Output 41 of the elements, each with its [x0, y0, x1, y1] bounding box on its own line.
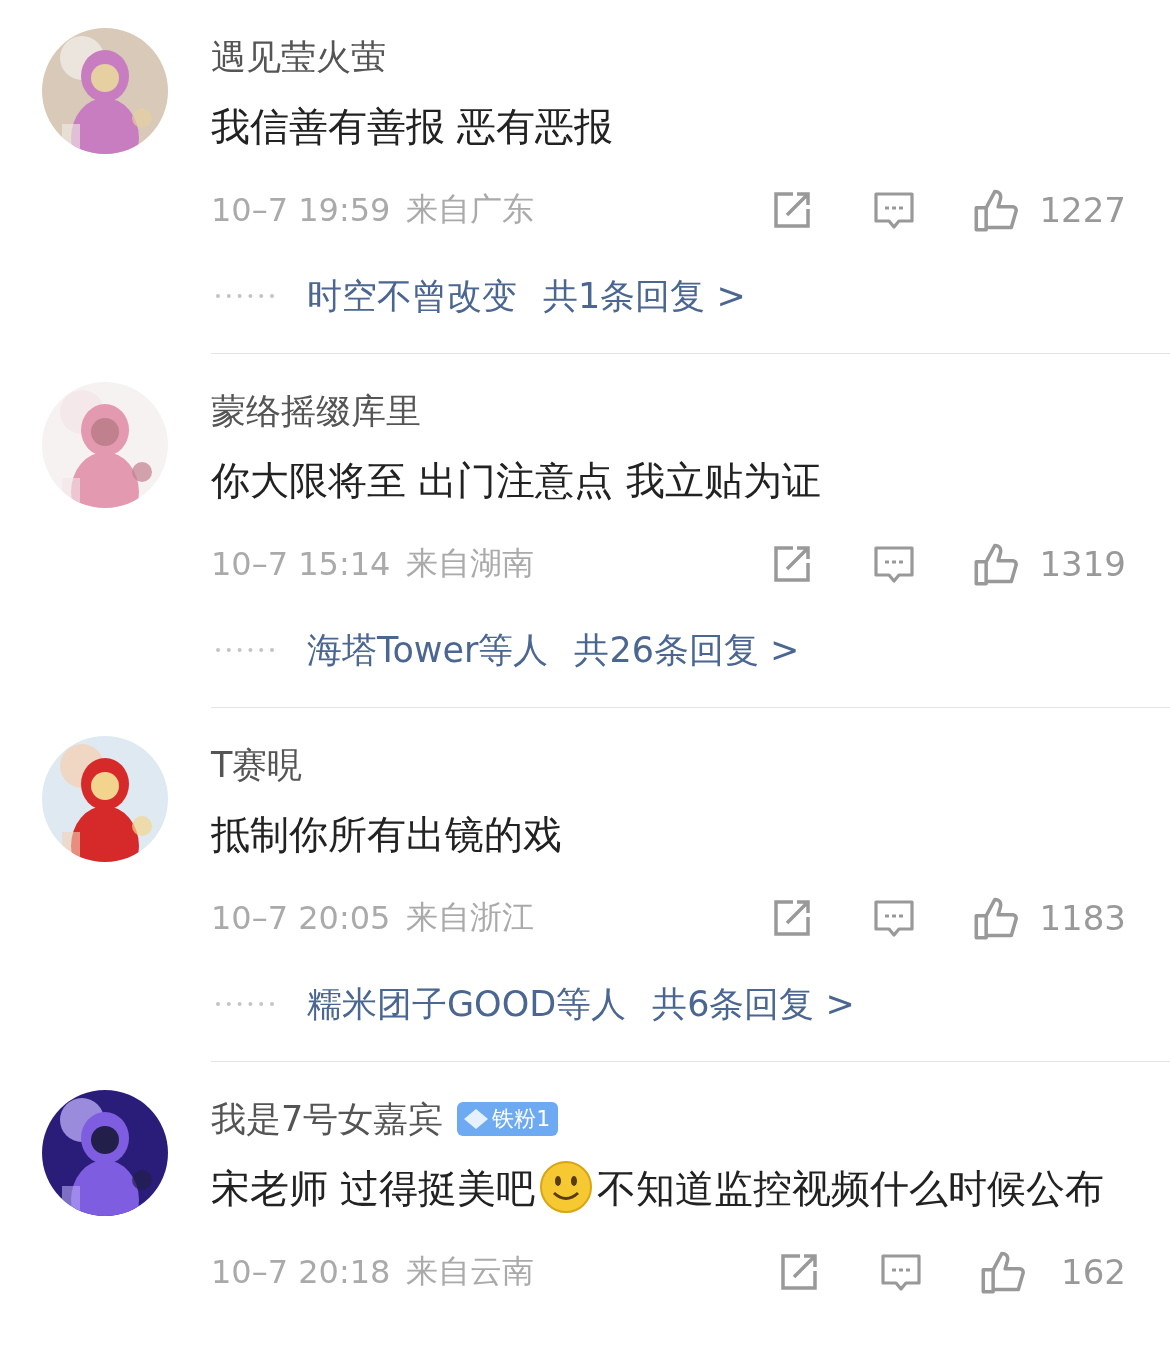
user-name[interactable]: T赛晛: [211, 740, 303, 790]
like-count: 1227: [1039, 190, 1126, 230]
reply-users-link[interactable]: 时空不曾改变: [307, 272, 517, 320]
comment-time: 10–7 20:18: [211, 1253, 391, 1291]
comment-text: 抵制你所有出镜的戏: [211, 811, 563, 859]
thumbs-up-icon[interactable]: [980, 1249, 1026, 1295]
user-name[interactable]: 我是7号女嘉宾: [211, 1094, 444, 1144]
comment-time: 10–7 20:05: [211, 899, 391, 937]
smiley-emoji-icon: [539, 1160, 594, 1214]
ellipsis-icon: [215, 293, 275, 299]
comment-text: 宋老师 过得挺美吧 不知道监控视频什么时候公布: [211, 1156, 1123, 1221]
share-icon[interactable]: [778, 1251, 820, 1293]
comment-time: 10–7 19:59: [211, 191, 391, 229]
reply-count-link[interactable]: 共1条回复 >: [543, 272, 746, 320]
like-count: 1319: [1039, 544, 1126, 584]
comment-text: 你大限将至 出门注意点 我立贴为证: [211, 457, 822, 505]
reply-count-link[interactable]: 共26条回复 >: [574, 626, 800, 674]
thumbs-up-icon[interactable]: [973, 541, 1020, 587]
comment-location: 来自云南: [406, 1251, 535, 1292]
user-name[interactable]: 蒙络摇缀库里: [211, 386, 421, 436]
like-count: 1183: [1039, 898, 1126, 938]
thumbs-up-icon[interactable]: [973, 895, 1020, 941]
comment-icon[interactable]: [873, 189, 916, 231]
comment-location: 来自浙江: [406, 897, 535, 938]
comment-icon[interactable]: [873, 897, 916, 939]
user-name[interactable]: 遇见莹火萤: [211, 32, 386, 82]
ellipsis-icon: [215, 647, 275, 653]
ellipsis-icon: [215, 1001, 275, 1007]
comment-text: 我信善有善报 恶有恶报: [211, 103, 615, 151]
reply-count-link[interactable]: 共6条回复 >: [652, 980, 855, 1028]
diamond-icon: [463, 1108, 490, 1130]
reply-users-link[interactable]: 糯米团子GOOD等人: [307, 980, 627, 1028]
fan-badge: 铁粉1: [457, 1102, 559, 1136]
reply-users-link[interactable]: 海塔Tower等人: [307, 626, 549, 674]
like-count: 162: [1060, 1252, 1126, 1292]
comment-location: 来自广东: [406, 189, 535, 230]
comment-icon[interactable]: [873, 543, 916, 585]
comment-location: 来自湖南: [406, 543, 535, 584]
thumbs-up-icon[interactable]: [973, 187, 1020, 233]
comment-icon[interactable]: [880, 1251, 922, 1293]
comment-time: 10–7 15:14: [211, 545, 391, 583]
